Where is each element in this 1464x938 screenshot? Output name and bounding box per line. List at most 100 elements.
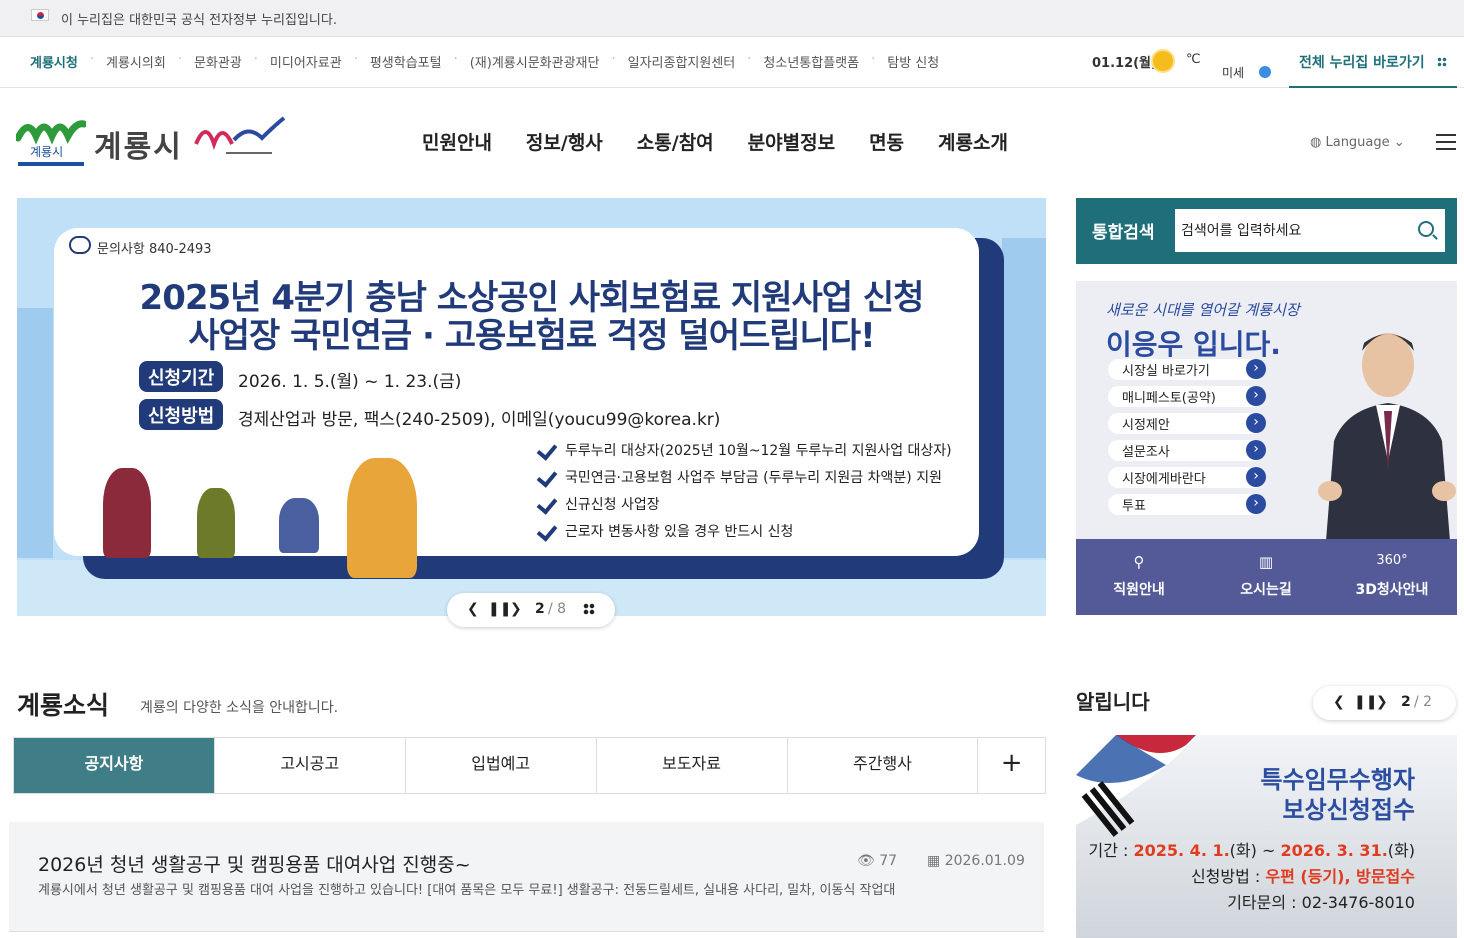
weather-temp: ℃: [1186, 52, 1201, 67]
date-value: 2026.01.09: [944, 853, 1025, 869]
period-label: 신청기간: [139, 361, 224, 392]
tab-notices[interactable]: 공지사항: [14, 738, 215, 793]
gov-banner: 이 누리집은 대한민국 공식 전자정부 누리집입니다.: [0, 0, 1464, 37]
logo-mark-text: 계룡시: [30, 145, 63, 159]
notice-controls: ❮ ❚❚ ❯ 2 / 2: [1313, 686, 1456, 720]
slide-total: / 8: [548, 601, 567, 617]
dust-face-icon: [1259, 66, 1271, 78]
directions-link[interactable]: 오시는길: [1206, 579, 1326, 599]
runner-illustration: [279, 498, 319, 553]
toplink-tourism[interactable]: 문화관광: [194, 52, 242, 71]
all-sites-label: 전체 누리집 바로가기: [1299, 55, 1425, 71]
nav-info-events[interactable]: 정보/행사: [526, 128, 603, 155]
news-title: 계룡소식: [17, 691, 110, 720]
news-subtitle: 계룡의 다양한 소식을 안내합니다.: [140, 700, 339, 716]
search-label: 통합검색: [1092, 223, 1155, 243]
views-count: 77: [879, 853, 898, 869]
top-bar: 계룡시청 · 계룡시의회 · 문화관광 · 미디어자료관 · 평생학습포털 · (재)계룡…: [0, 38, 1464, 88]
toplink-city-hall[interactable]: 계룡시청: [30, 52, 78, 71]
notice-banner-heading: 특수임무수행자 보상신청접수: [1260, 765, 1415, 825]
mayor-links: 시장실 바로가기 매니페스토(공약) 시정제안 설문조사 시장에게바란다 투표: [1108, 359, 1266, 521]
korea-flag-icon: [31, 9, 49, 21]
check-item: 국민연금·고용보험 사업주 부담금 (두루누리 지원금 차액분) 지원: [537, 467, 952, 494]
toplink-jobs[interactable]: 일자리종합지원센터: [628, 52, 736, 71]
news-post[interactable]: 2026년 청년 생활공구 및 캠핑용품 대여사업 진행중~ 👁 77 ▦ 20…: [9, 822, 1044, 932]
mayor-name: 이응우 입니다.: [1106, 328, 1281, 361]
map-icon: ▥: [1258, 553, 1274, 571]
runner-illustration: [197, 488, 235, 558]
notice-next-button[interactable]: ❯: [1376, 694, 1388, 710]
language-label: Language: [1325, 135, 1390, 150]
toplink-council[interactable]: 계룡시의회: [106, 52, 166, 71]
pause-button[interactable]: ❚❚: [488, 601, 511, 617]
search-input[interactable]: [1175, 209, 1445, 252]
notice-total: / 2: [1414, 694, 1433, 710]
family-site-links: 계룡시청 · 계룡시의회 · 문화관광 · 미디어자료관 · 평생학습포털 · (재)계룡…: [30, 52, 940, 71]
grid-icon: [1437, 57, 1447, 67]
tab-legislation[interactable]: 입법예고: [406, 738, 597, 793]
hamburger-menu-icon[interactable]: [1436, 134, 1456, 150]
manifesto-link[interactable]: 매니페스토(공약): [1108, 386, 1266, 407]
3d-tour-link[interactable]: 3D청사안내: [1332, 579, 1452, 599]
slide-current: 2: [535, 601, 545, 617]
notice-method: 신청방법 : 우편 (등기), 방문접수: [1190, 867, 1415, 886]
tab-weekly-events[interactable]: 주간행사: [788, 738, 979, 793]
tab-press[interactable]: 보도자료: [597, 738, 788, 793]
mayor-quick-bar: ⚲ 직원안내 ▥ 오시는길 360° 3D청사안내: [1076, 539, 1457, 615]
city-logo-icon: 계룡시: [16, 120, 86, 166]
nav-about[interactable]: 계룡소개: [938, 128, 1008, 155]
prev-slide-button[interactable]: ❮: [467, 601, 479, 617]
toplink-youth[interactable]: 청소년통합플랫폼: [763, 52, 859, 71]
nav-communication[interactable]: 소통/참여: [637, 128, 714, 155]
sun-icon: [1153, 51, 1173, 71]
notice-contact: 기타문의 : 02-3476-8010: [1227, 893, 1415, 912]
post-title: 2026년 청년 생활공구 및 캠핑용품 대여사업 진행중~: [38, 854, 471, 876]
news-tabs: 공지사항 고시공고 입법예고 보도자료 주간행사 +: [13, 737, 1046, 794]
notice-banner[interactable]: 특수임무수행자 보상신청접수 기간 : 2025. 4. 1.(화) ~ 202…: [1076, 735, 1457, 938]
chevron-down-icon: ⌄: [1389, 135, 1405, 150]
nav-districts[interactable]: 면동: [869, 128, 904, 155]
notice-pause-button[interactable]: ❚❚: [1354, 694, 1377, 710]
staff-directory-link[interactable]: 직원안내: [1079, 579, 1199, 599]
tab-announcements[interactable]: 고시공고: [215, 738, 406, 793]
method-text: 경제산업과 방문, 팩스(240-2509), 이메일(youcu99@kore…: [238, 410, 721, 430]
check-item: 근로자 변동사항 있을 경우 반드시 신청: [537, 521, 952, 548]
toplink-tour-apply[interactable]: 탐방 신청: [887, 52, 939, 71]
post-summary: 계룡시에서 청년 생활공구 및 캠핑용품 대여 사업을 진행하고 있습니다! […: [38, 883, 896, 898]
more-news-button[interactable]: +: [978, 738, 1045, 793]
calendar-icon: ▦: [927, 853, 945, 869]
survey-link[interactable]: 설문조사: [1108, 440, 1266, 461]
vote-link[interactable]: 투표: [1108, 494, 1266, 515]
flag-decoration-icon: [1076, 735, 1196, 837]
nav-civil-service[interactable]: 민원안내: [422, 128, 492, 155]
notice-current: 2: [1401, 694, 1411, 710]
vr-360-icon: 360°: [1376, 553, 1408, 568]
eligibility-list: 두루누리 대상자(2025년 10월~12월 두루누리 지원사업 대상자) 국민…: [537, 440, 952, 548]
integrated-search: 통합검색: [1076, 198, 1457, 264]
view-all-slides-icon[interactable]: [583, 603, 595, 615]
post-date: ▦ 2026.01.09: [927, 853, 1025, 869]
toplink-learning[interactable]: 평생학습포털: [370, 52, 442, 71]
notice-prev-button[interactable]: ❮: [1333, 694, 1345, 710]
toplink-media[interactable]: 미디어자료관: [270, 52, 342, 71]
mayor-panel: 새로운 시대를 열어갈 계룡시장 이응우 입니다. 시장실 바로가기 매니페스토…: [1076, 281, 1457, 615]
main-banner[interactable]: 문의사항 840-2493 2025년 4분기 충남 소상공인 사회보험료 지원…: [17, 198, 1046, 616]
toplink-culture-foundation[interactable]: (재)계룡시문화관광재단: [470, 52, 600, 71]
runner-illustration: [103, 468, 151, 558]
language-selector[interactable]: ◍ Language ⌄: [1310, 135, 1405, 150]
notice-banner-title2: 보상신청접수: [1282, 796, 1415, 824]
inquiry-text: 문의사항 840-2493: [97, 242, 212, 257]
check-item: 두루누리 대상자(2025년 10월~12월 두루누리 지원사업 대상자): [537, 440, 952, 467]
runner-illustration: [347, 458, 417, 578]
dust-label: 미세: [1222, 66, 1245, 80]
search-icon[interactable]: [1418, 221, 1434, 237]
all-sites-button[interactable]: 전체 누리집 바로가기: [1289, 38, 1457, 88]
weather-date: 01.12(월): [1092, 56, 1157, 71]
gov-banner-text: 이 누리집은 대한민국 공식 전자정부 누리집입니다.: [61, 13, 337, 28]
next-slide-button[interactable]: ❯: [510, 601, 522, 617]
proposal-link[interactable]: 시정제안: [1108, 413, 1266, 434]
ask-mayor-link[interactable]: 시장에게바란다: [1108, 467, 1266, 488]
nav-field-info[interactable]: 분야별정보: [748, 128, 835, 155]
mayor-office-link[interactable]: 시장실 바로가기: [1108, 359, 1266, 380]
period-text: 2026. 1. 5.(월) ~ 1. 23.(금): [238, 372, 462, 392]
